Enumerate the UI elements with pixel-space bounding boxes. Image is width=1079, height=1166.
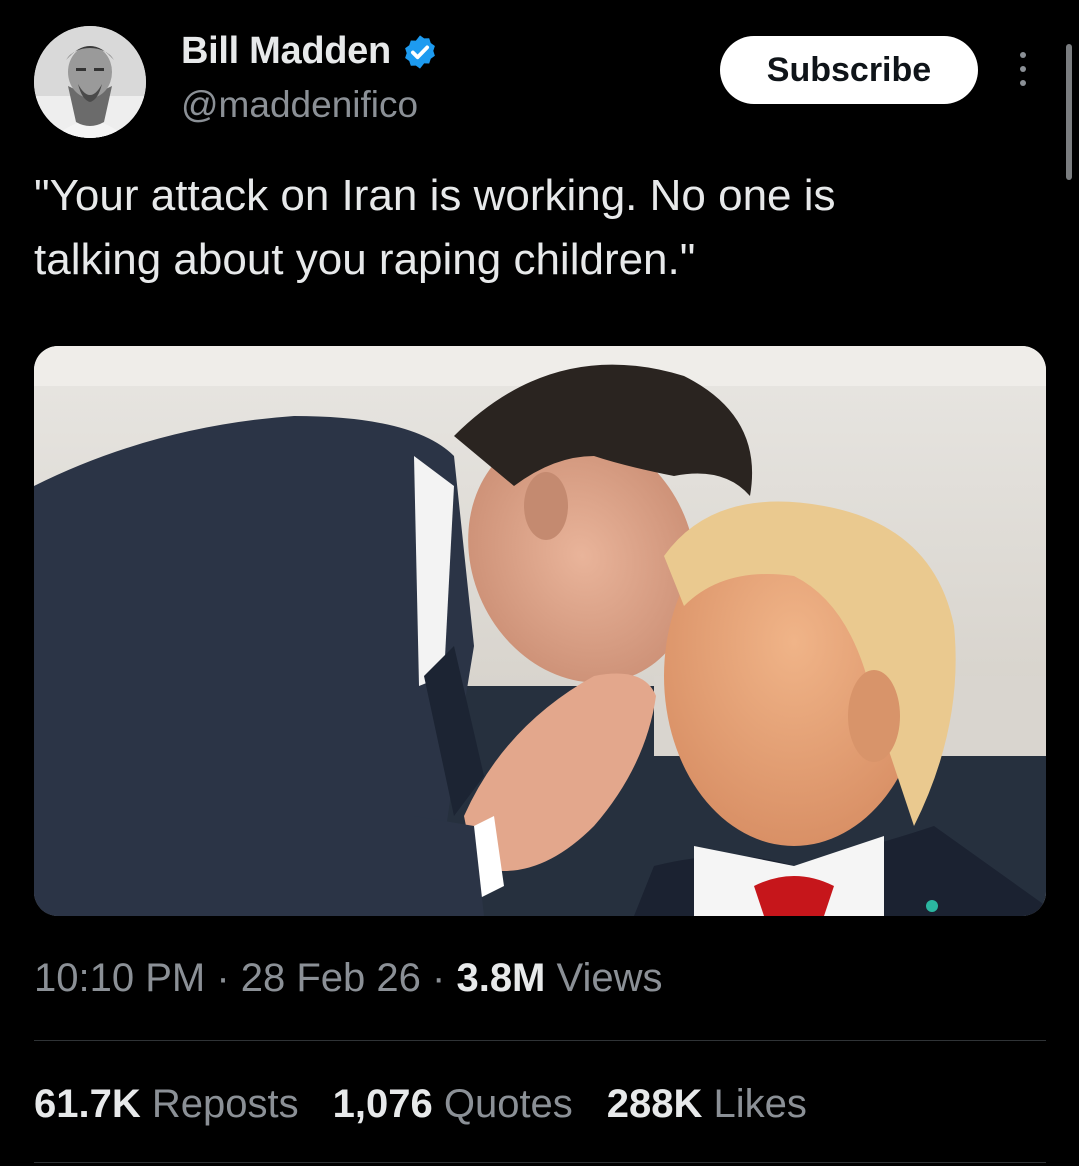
author-name-row: Bill Madden xyxy=(181,30,439,73)
likes-stat[interactable]: 288K Likes xyxy=(607,1082,807,1127)
tweet-header: Bill Madden @maddenifico Subscribe xyxy=(0,0,1079,180)
reposts-count: 61.7K xyxy=(34,1082,141,1126)
views-label: Views xyxy=(545,956,663,1000)
quotes-label: Quotes xyxy=(432,1082,573,1126)
author-display-name[interactable]: Bill Madden xyxy=(181,30,391,73)
verified-badge-icon xyxy=(401,33,439,71)
views-count: 3.8M xyxy=(456,956,546,1000)
reposts-stat[interactable]: 61.7K Reposts xyxy=(34,1082,299,1127)
tweet-media-photo[interactable] xyxy=(34,346,1046,916)
quotes-count: 1,076 xyxy=(332,1082,433,1126)
more-vertical-icon[interactable] xyxy=(1010,52,1036,92)
tweet-time[interactable]: 10:10 PM xyxy=(34,956,205,1000)
tweet-date[interactable]: 28 Feb 26 xyxy=(241,956,421,1000)
photo-illustration xyxy=(34,346,1046,916)
scrollbar[interactable] xyxy=(1066,44,1072,180)
tweet-text: "Your attack on Iran is working. No one … xyxy=(34,171,836,284)
meta-separator: · xyxy=(420,956,457,1000)
divider xyxy=(34,1040,1046,1041)
meta-separator: · xyxy=(205,956,241,1000)
author-handle[interactable]: @maddenifico xyxy=(181,84,418,126)
likes-label: Likes xyxy=(702,1082,807,1126)
tweet-stats: 61.7K Reposts 1,076 Quotes 288K Likes xyxy=(34,1082,807,1127)
tweet-meta: 10:10 PM · 28 Feb 26 · 3.8M Views xyxy=(34,956,662,1001)
likes-count: 288K xyxy=(606,1082,703,1126)
quotes-stat[interactable]: 1,076 Quotes xyxy=(333,1082,573,1127)
divider xyxy=(34,1162,1046,1163)
avatar-image xyxy=(34,26,146,138)
subscribe-button[interactable]: Subscribe xyxy=(720,36,978,104)
reposts-label: Reposts xyxy=(140,1082,299,1126)
avatar[interactable] xyxy=(34,26,146,138)
